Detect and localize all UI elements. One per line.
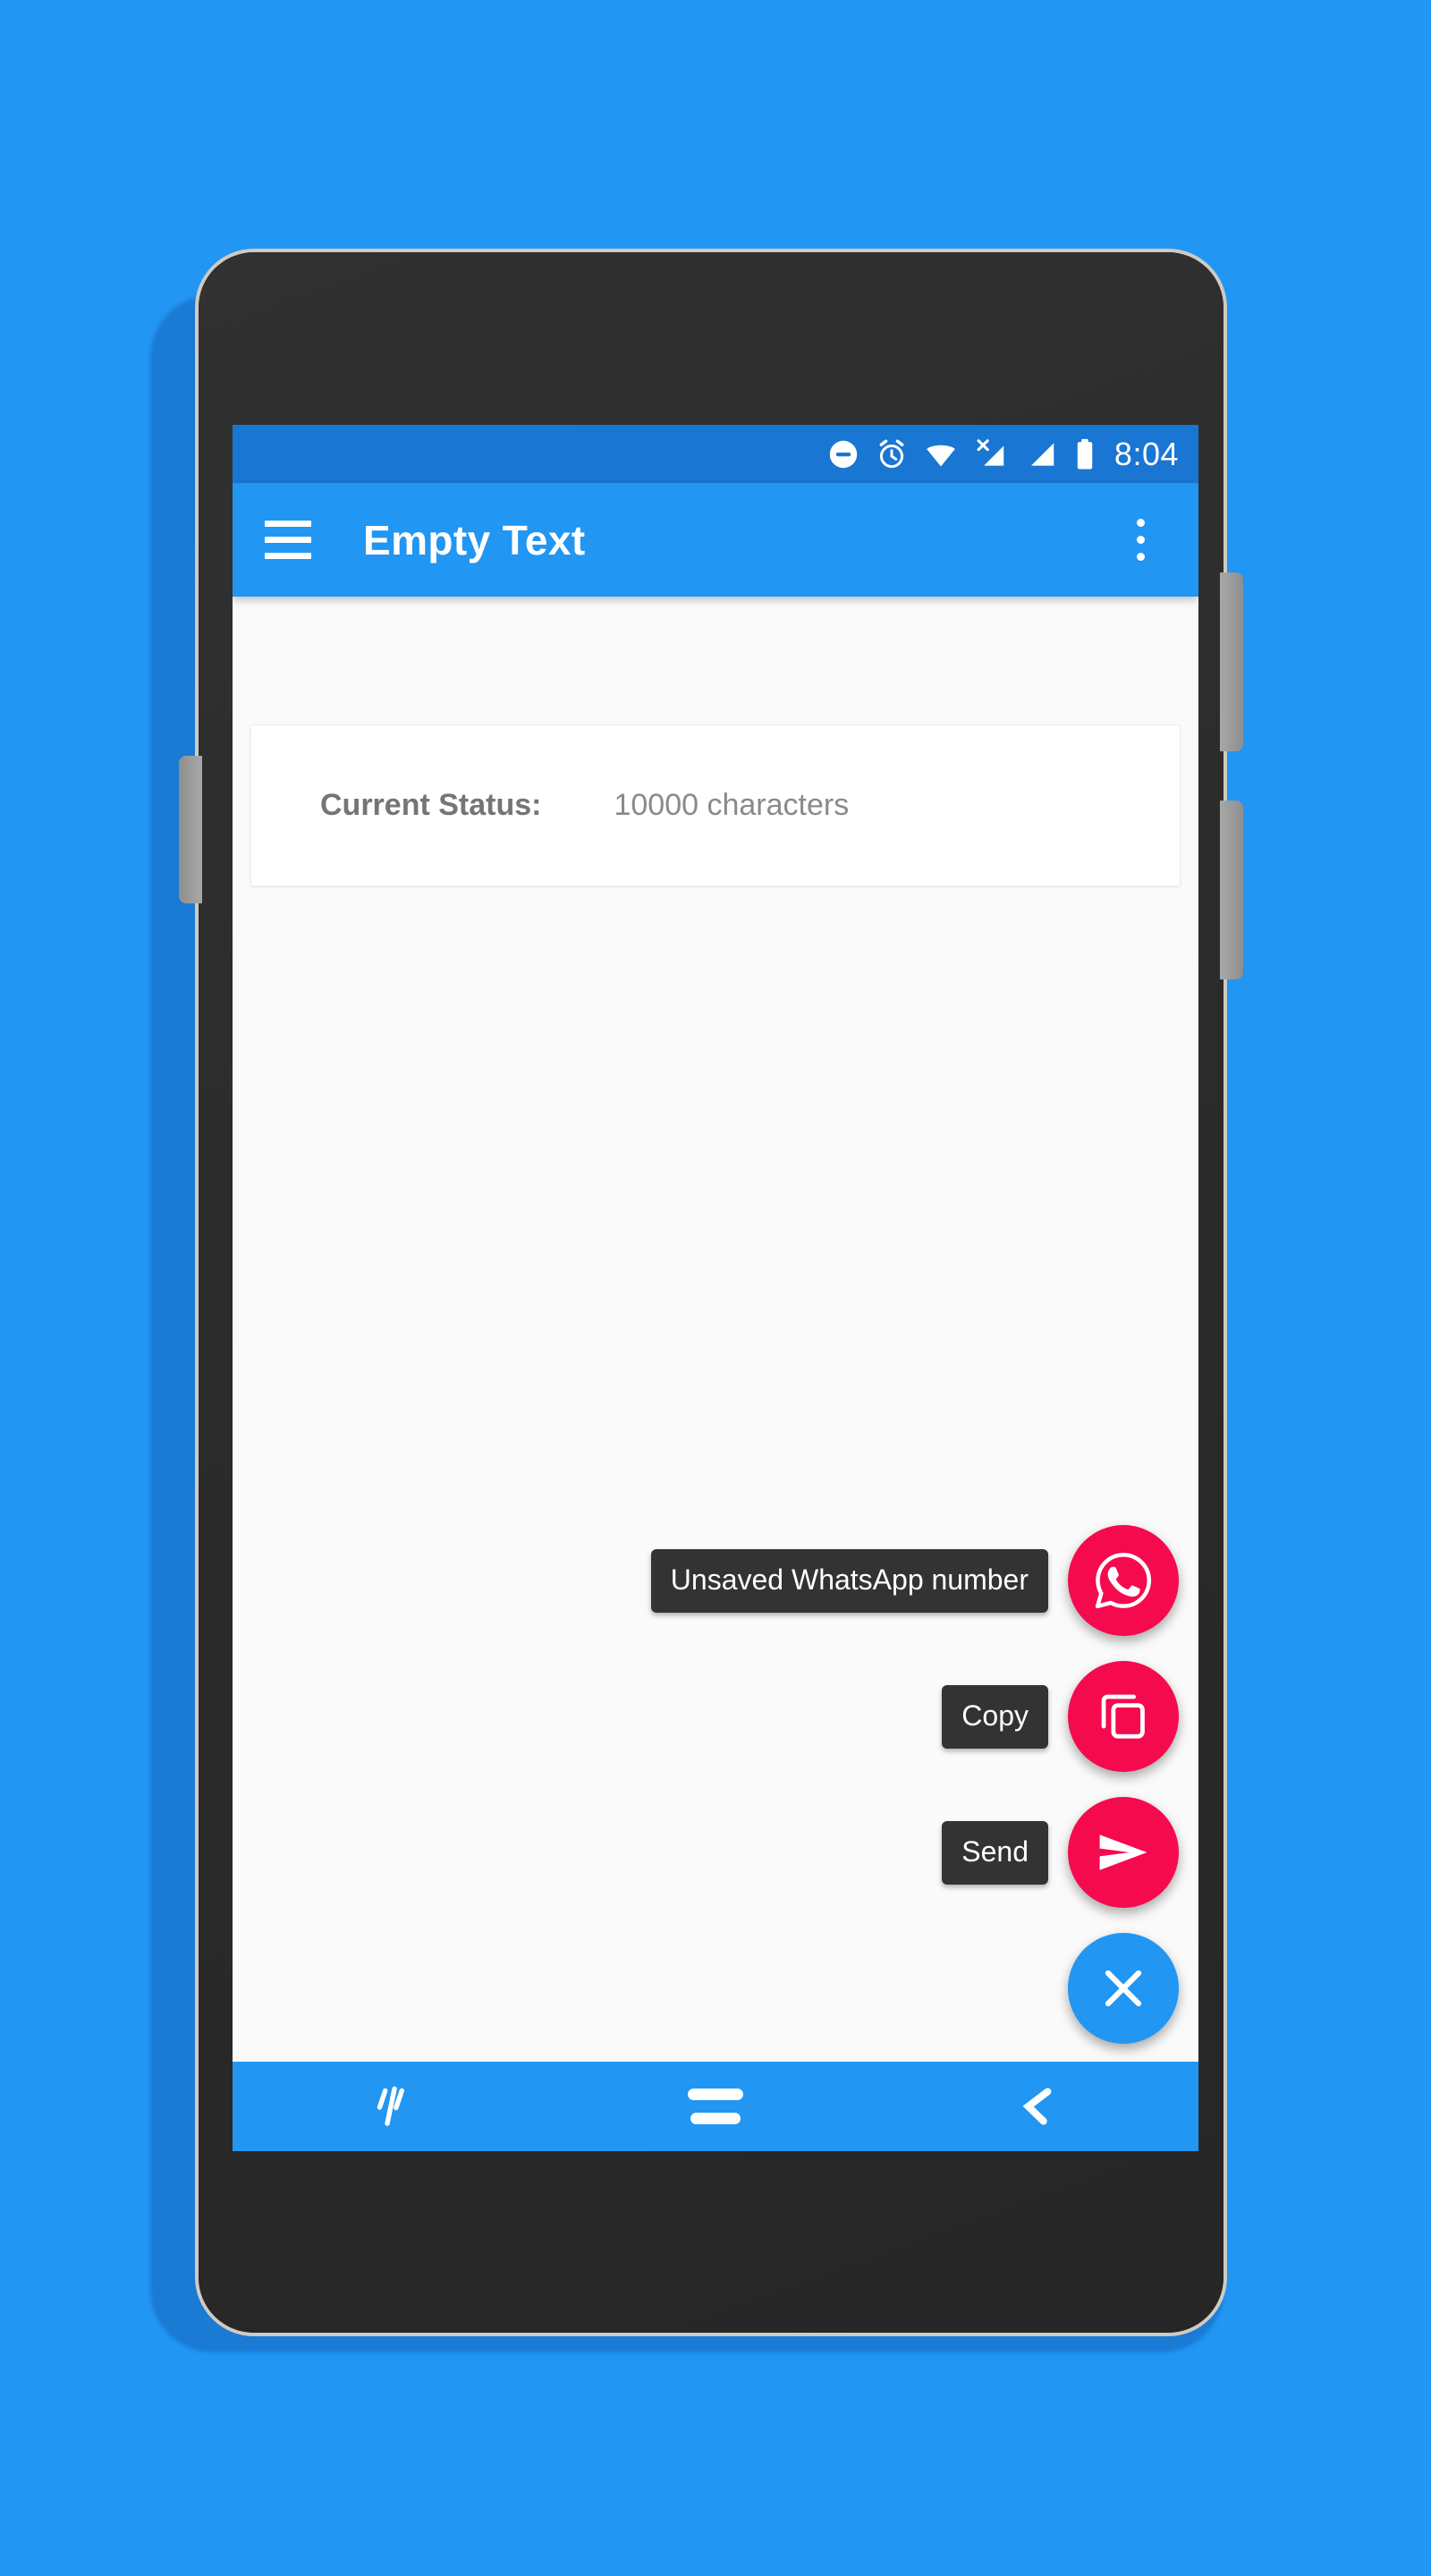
back-chevron-icon	[1022, 2088, 1052, 2125]
app-bar: Empty Text	[233, 483, 1198, 597]
main-content: Current Status: 10000 characters Unsaved…	[233, 597, 1198, 2062]
home-button[interactable]	[555, 2062, 876, 2151]
phone-screen: 8:04 Empty Text Current Status: 10000 ch…	[233, 425, 1198, 2151]
close-icon	[1105, 1970, 1142, 2007]
status-card-value: 10000 characters	[614, 788, 850, 822]
power-button[interactable]	[179, 756, 202, 903]
home-bars-icon-lower	[690, 2113, 741, 2124]
copy-icon	[1101, 1694, 1145, 1739]
signal-icon	[1023, 437, 1059, 471]
do-not-disturb-icon	[826, 437, 860, 471]
fab-label-copy: Copy	[942, 1684, 1048, 1749]
close-fab-button[interactable]	[1068, 1933, 1179, 2044]
screenshot-stage: 8:04 Empty Text Current Status: 10000 ch…	[0, 0, 1431, 2576]
fab-speed-dial: Unsaved WhatsApp number Copy Send	[650, 1525, 1179, 2044]
fab-label-whatsapp: Unsaved WhatsApp number	[650, 1548, 1048, 1613]
volume-up-button[interactable]	[1220, 572, 1243, 751]
home-bars-icon	[688, 2089, 743, 2100]
whatsapp-icon	[1095, 1553, 1152, 1609]
status-bar-clock: 8:04	[1113, 435, 1179, 472]
whatsapp-fab-button[interactable]	[1068, 1525, 1179, 1636]
fab-action-copy: Copy	[942, 1661, 1179, 1772]
status-bar: 8:04	[233, 425, 1198, 483]
fab-action-send: Send	[942, 1797, 1179, 1908]
status-card-label: Current Status:	[320, 788, 542, 822]
fab-label-send: Send	[942, 1820, 1048, 1885]
fab-action-whatsapp: Unsaved WhatsApp number	[650, 1525, 1179, 1636]
alarm-clock-icon	[875, 437, 909, 471]
send-icon	[1099, 1835, 1147, 1870]
volume-down-button[interactable]	[1220, 801, 1243, 979]
hamburger-menu-icon[interactable]	[265, 516, 313, 564]
recents-slashes-icon	[377, 2086, 405, 2126]
status-card: Current Status: 10000 characters	[250, 724, 1181, 886]
copy-fab-button[interactable]	[1068, 1661, 1179, 1772]
battery-icon	[1073, 437, 1097, 471]
page-title: Empty Text	[363, 516, 586, 564]
send-fab-button[interactable]	[1068, 1797, 1179, 1908]
recents-button[interactable]	[233, 2062, 555, 2151]
wifi-icon	[923, 437, 959, 471]
signal-no-sim-icon	[973, 437, 1009, 471]
system-navigation-bar	[233, 2062, 1198, 2151]
back-button[interactable]	[876, 2062, 1198, 2151]
fab-action-close	[1068, 1933, 1179, 2044]
overflow-menu-icon[interactable]	[1120, 509, 1161, 572]
